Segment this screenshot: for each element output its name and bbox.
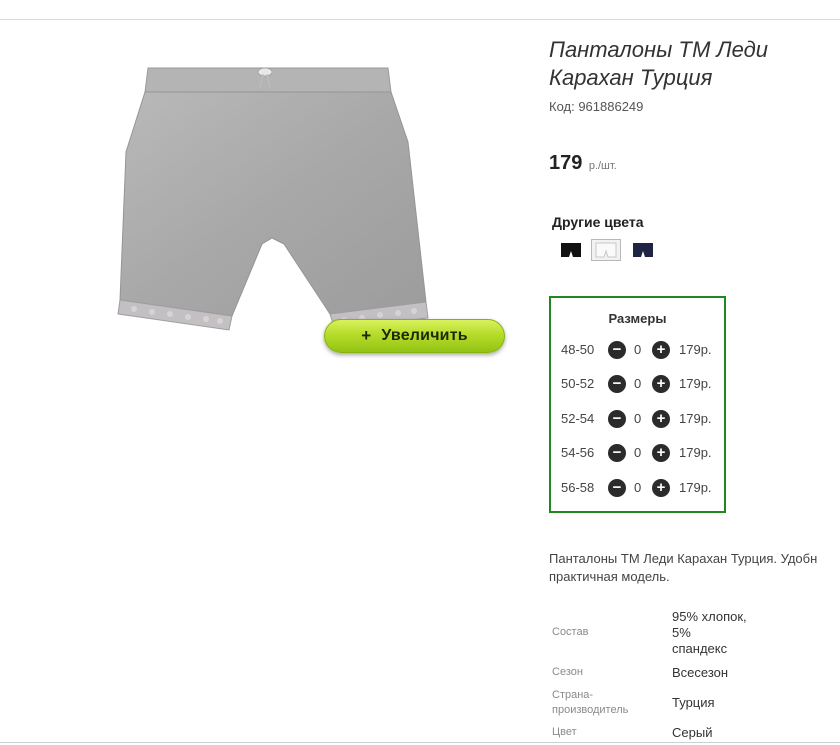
plus-icon[interactable]: + bbox=[652, 444, 670, 462]
product-title: Панталоны ТМ Леди Карахан Турция bbox=[549, 37, 768, 90]
minus-icon[interactable]: − bbox=[608, 375, 626, 393]
price-unit: р./шт. bbox=[588, 160, 617, 172]
price-amount: 179 bbox=[549, 152, 583, 174]
zoom-button-label: Увеличить bbox=[381, 327, 468, 344]
zoom-button[interactable]: + Увеличить bbox=[324, 319, 505, 353]
size-quantity: 0 bbox=[634, 376, 642, 391]
spec-season-label: Сезон bbox=[552, 666, 583, 678]
size-row: 56-58 − 0 + 179р. bbox=[551, 478, 724, 498]
product-image[interactable] bbox=[112, 62, 432, 342]
size-price: 179р. bbox=[679, 411, 712, 426]
plus-icon[interactable]: + bbox=[652, 410, 670, 428]
color-swatch-black[interactable] bbox=[556, 239, 586, 261]
plus-icon: + bbox=[361, 326, 372, 345]
size-row: 50-52 − 0 + 179р. bbox=[551, 374, 724, 394]
minus-icon[interactable]: − bbox=[608, 479, 626, 497]
size-price: 179р. bbox=[679, 445, 712, 460]
plus-icon[interactable]: + bbox=[652, 341, 670, 359]
product-code: Код: 961886249 bbox=[549, 99, 644, 114]
spec-composition-value-2: 5% bbox=[672, 625, 691, 640]
size-label: 52-54 bbox=[561, 411, 595, 426]
spec-country-label-1: Страна- bbox=[552, 689, 594, 701]
size-row: 52-54 − 0 + 179р. bbox=[551, 409, 724, 429]
size-label: 56-58 bbox=[561, 480, 595, 495]
minus-icon[interactable]: − bbox=[608, 444, 626, 462]
size-price: 179р. bbox=[679, 376, 712, 391]
product-description: Панталоны ТМ Леди Карахан Турция. Удобн … bbox=[549, 550, 840, 586]
size-price: 179р. bbox=[679, 480, 712, 495]
size-quantity: 0 bbox=[634, 480, 642, 495]
spec-color-value: Серый bbox=[672, 725, 713, 740]
color-swatch-navy[interactable] bbox=[628, 239, 658, 261]
top-divider bbox=[0, 19, 840, 20]
spec-composition-label: Состав bbox=[552, 626, 589, 638]
size-label: 54-56 bbox=[561, 445, 595, 460]
product-price: 179 р./шт. bbox=[549, 152, 617, 175]
other-colors-heading: Другие цвета bbox=[552, 214, 644, 230]
size-price: 179р. bbox=[679, 342, 712, 357]
minus-icon[interactable]: − bbox=[608, 410, 626, 428]
sizes-heading: Размеры bbox=[608, 311, 667, 326]
spec-season-value: Всесезон bbox=[672, 665, 729, 680]
size-quantity: 0 bbox=[634, 342, 642, 357]
spec-composition-value-1: 95% хлопок, bbox=[672, 609, 747, 624]
plus-icon[interactable]: + bbox=[652, 479, 670, 497]
sizes-panel: Размеры 48-50 − 0 + 179р. 50-52 − 0 + 17… bbox=[549, 296, 726, 513]
color-swatch-white[interactable] bbox=[591, 239, 621, 261]
description-line: Панталоны ТМ Леди Карахан Турция. Удобн bbox=[549, 551, 818, 566]
minus-icon[interactable]: − bbox=[608, 341, 626, 359]
size-quantity: 0 bbox=[634, 411, 642, 426]
spec-color-label: Цвет bbox=[552, 726, 577, 738]
spec-country-label-2: производитель bbox=[552, 704, 629, 716]
size-row: 48-50 − 0 + 179р. bbox=[551, 340, 724, 360]
spec-composition-value-3: спандекс bbox=[672, 641, 728, 656]
spec-country-value: Турция bbox=[672, 695, 715, 710]
size-row: 54-56 − 0 + 179р. bbox=[551, 443, 724, 463]
bottom-divider bbox=[0, 742, 840, 743]
plus-icon[interactable]: + bbox=[652, 375, 670, 393]
size-label: 48-50 bbox=[561, 342, 595, 357]
size-quantity: 0 bbox=[634, 445, 642, 460]
size-label: 50-52 bbox=[561, 376, 595, 391]
description-line: практичная модель. bbox=[549, 569, 670, 584]
